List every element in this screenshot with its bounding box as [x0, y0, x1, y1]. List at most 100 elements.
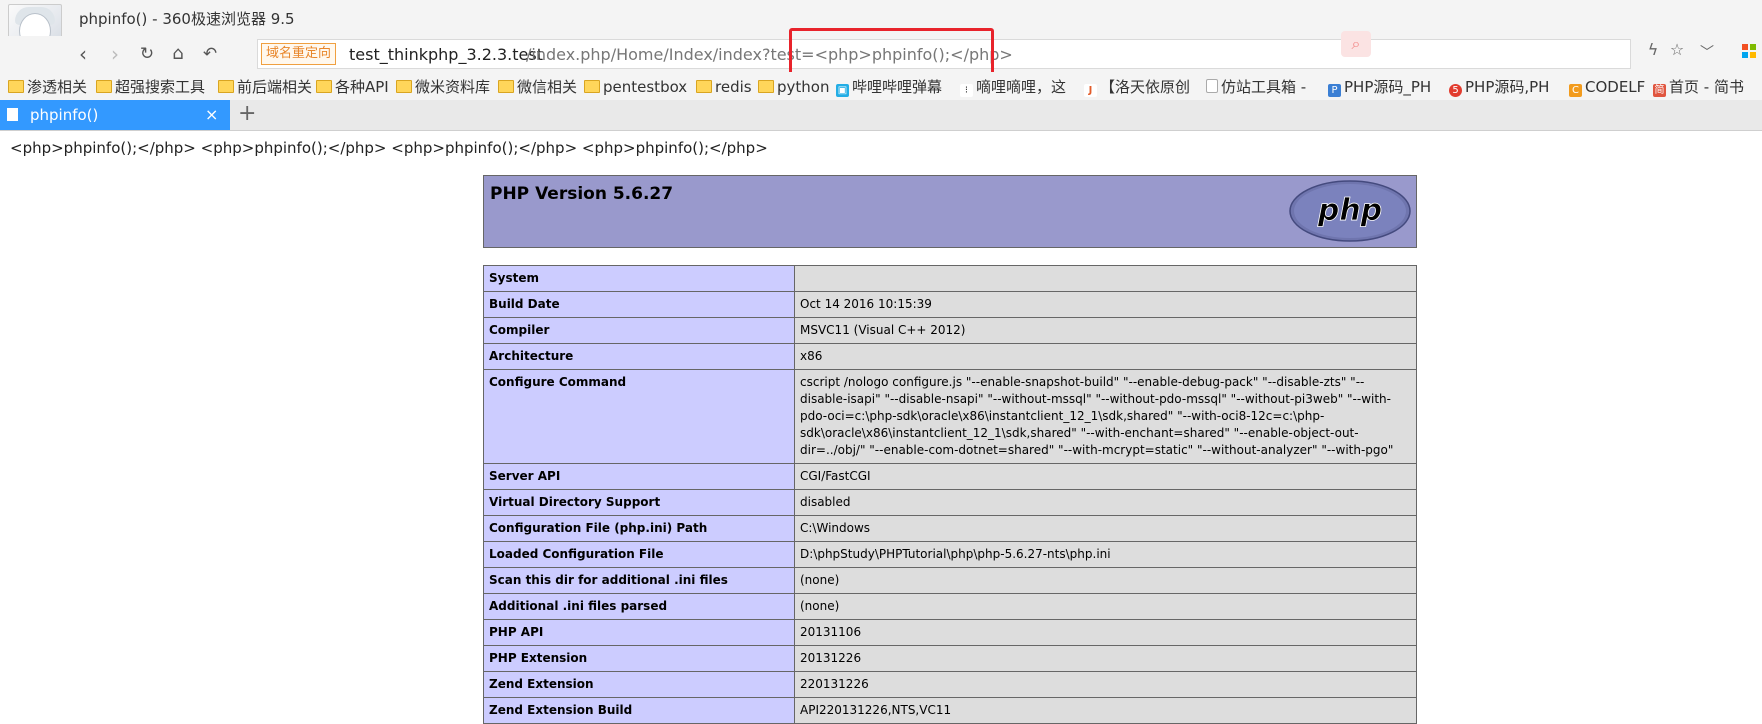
table-row: Server API CGI/FastCGI	[483, 463, 1417, 490]
bookmark-item[interactable]: ⁝ 嘀哩嘀哩，这	[960, 77, 1066, 97]
back-button[interactable]: ‹	[71, 42, 95, 66]
bookmark-item[interactable]: J 【洛天依原创	[1084, 77, 1190, 97]
bookmark-item[interactable]: 渗透相关	[8, 77, 87, 97]
site-icon: J	[1084, 84, 1097, 97]
site-icon: 简	[1653, 84, 1666, 97]
bookmark-label: 渗透相关	[27, 78, 88, 96]
bookmark-label: 各种API	[335, 78, 389, 96]
row-value: x86	[794, 343, 1417, 370]
row-value	[794, 265, 1417, 292]
bookmark-item[interactable]: python	[758, 77, 829, 97]
star-icon[interactable]: ☆	[1665, 40, 1689, 59]
row-value: 220131226	[794, 671, 1417, 698]
bookmark-label: 微信相关	[517, 78, 578, 96]
page-icon	[1206, 79, 1218, 93]
row-label: Build Date	[483, 291, 795, 318]
row-value: CGI/FastCGI	[794, 463, 1417, 490]
folder-icon	[316, 80, 332, 93]
bookmark-item[interactable]: 5 PHP源码,PH	[1449, 77, 1549, 97]
echo-output: <php>phpinfo();</php> <php>phpinfo();</p…	[10, 139, 768, 157]
undo-close-button[interactable]: ↶	[198, 42, 222, 66]
bookmark-item[interactable]: pentestbox	[584, 77, 687, 97]
table-row: Configuration File (php.ini) Path C:\Wind…	[483, 515, 1417, 542]
row-label: Loaded Configuration File	[483, 541, 795, 568]
lightning-icon[interactable]: ϟ	[1641, 40, 1665, 59]
row-value: (none)	[794, 593, 1417, 620]
table-row: Compiler MSVC11 (Visual C++ 2012)	[483, 317, 1417, 344]
row-label: Configure Command	[483, 369, 795, 464]
apps-icon[interactable]	[1742, 44, 1756, 58]
row-value: 20131226	[794, 645, 1417, 672]
bookmark-item[interactable]: 微米资料库	[396, 77, 490, 97]
bookmark-label: 【洛天依原创	[1100, 78, 1191, 96]
bookmark-label: 嘀哩嘀哩，这	[976, 78, 1067, 96]
url-host[interactable]: test_thinkphp_3.2.3.test	[349, 45, 543, 64]
new-tab-button[interactable]: +	[238, 101, 256, 126]
bookmark-item[interactable]: 微信相关	[498, 77, 577, 97]
table-row: Zend Extension 220131226	[483, 671, 1417, 698]
home-button[interactable]: ⌂	[166, 42, 190, 66]
bookmark-label: 微米资料库	[415, 78, 491, 96]
forward-button[interactable]: ›	[103, 42, 127, 66]
bookmark-item[interactable]: ▣ 哔哩哔哩弹幕	[836, 77, 942, 97]
bookmark-item[interactable]: 简首页 - 简书	[1653, 77, 1744, 97]
bookmark-item[interactable]: redis	[696, 77, 752, 97]
bookmarks-bar: 渗透相关 超强搜索工具 前后端相关 各种API 微米资料库 微信相关 pente…	[0, 72, 1762, 100]
bookmark-item[interactable]: C CODELF	[1569, 77, 1645, 97]
php-info-table: System Build Date Oct 14 2016 10:15:39 Com…	[483, 265, 1417, 724]
table-row: Loaded Configuration File D:\phpStudy\PHP…	[483, 541, 1417, 568]
row-label: PHP Extension	[483, 645, 795, 672]
window-title: phpinfo() - 360极速浏览器 9.5	[79, 10, 295, 28]
page-icon	[7, 108, 18, 121]
tab-title: phpinfo()	[30, 106, 99, 124]
redirect-badge[interactable]: 域名重定向	[261, 43, 337, 65]
bookmark-label: redis	[715, 78, 752, 96]
row-label: Configuration File (php.ini) Path	[483, 515, 795, 542]
bookmark-item[interactable]: P PHP源码_PH	[1328, 77, 1431, 97]
chevron-down-icon[interactable]: ﹀	[1700, 42, 1714, 62]
table-row: Virtual Directory Support disabled	[483, 489, 1417, 516]
tab-phpinfo[interactable]: phpinfo() ×	[0, 100, 230, 130]
bookmark-item[interactable]: 前后端相关	[218, 77, 312, 97]
folder-icon	[218, 80, 234, 93]
row-label: Virtual Directory Support	[483, 489, 795, 516]
php-version-title: PHP Version 5.6.27	[490, 184, 674, 204]
php-logo[interactable]: php	[1289, 180, 1411, 242]
row-label: PHP API	[483, 619, 795, 646]
bookmark-label: CODELF	[1585, 78, 1646, 96]
table-row: PHP API 20131106	[483, 619, 1417, 646]
url-highlight-annotation	[789, 28, 994, 78]
table-row: Architecture x86	[483, 343, 1417, 370]
bookmark-label: pentestbox	[603, 78, 688, 96]
reload-button[interactable]: ↻	[135, 42, 159, 66]
table-row: Configure Command cscript /nologo configu…	[483, 369, 1417, 464]
table-row: System	[483, 265, 1417, 292]
site-icon: P	[1328, 84, 1341, 97]
row-label: Zend Extension Build	[483, 697, 795, 724]
row-value: C:\Windows	[794, 515, 1417, 542]
row-label: Compiler	[483, 317, 795, 344]
table-row: Scan this dir for additional .ini files(…	[483, 567, 1417, 594]
folder-icon	[584, 80, 600, 93]
bookmark-item[interactable]: 超强搜索工具	[96, 77, 205, 97]
close-icon[interactable]: ×	[205, 105, 218, 124]
row-label: Scan this dir for additional .ini files	[483, 567, 795, 594]
row-label: Server API	[483, 463, 795, 490]
folder-icon	[758, 80, 774, 93]
search-icon[interactable]: ⌕	[1341, 31, 1371, 57]
table-row: Additional .ini files parsed (none)	[483, 593, 1417, 620]
bookmark-item[interactable]: 仿站工具箱 -	[1206, 77, 1306, 97]
bookmark-label: 前后端相关	[237, 78, 313, 96]
address-bar-icons: ϟ ☆	[1641, 40, 1689, 59]
folder-icon	[696, 80, 712, 93]
php-logo-text: php	[1317, 193, 1382, 228]
row-label: Zend Extension	[483, 671, 795, 698]
folder-icon	[96, 80, 112, 93]
site-icon: C	[1569, 84, 1582, 97]
bookmark-label: PHP源码,PH	[1465, 78, 1550, 96]
bookmark-item[interactable]: 各种API	[316, 77, 389, 97]
table-row: PHP Extension 20131226	[483, 645, 1417, 672]
row-value: Oct 14 2016 10:15:39	[794, 291, 1417, 318]
bookmark-label: 仿站工具箱 -	[1221, 78, 1307, 96]
table-row: Zend Extension Build API220131226,NTS,VC1…	[483, 697, 1417, 724]
